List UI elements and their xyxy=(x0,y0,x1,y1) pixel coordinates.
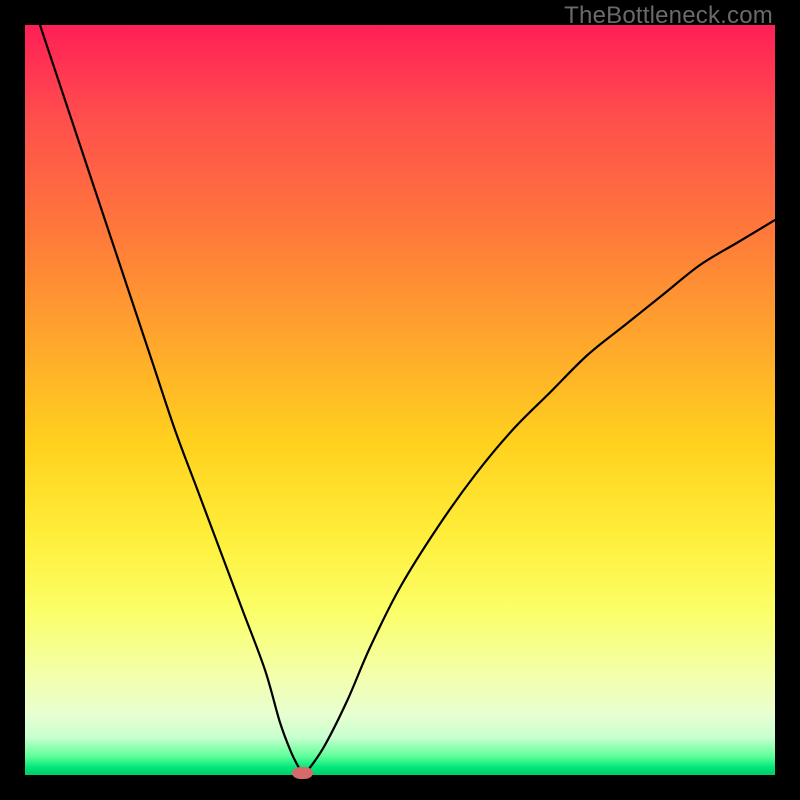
chart-frame: TheBottleneck.com xyxy=(0,0,800,800)
plot-area xyxy=(25,25,775,775)
bottleneck-curve xyxy=(25,25,775,775)
minimum-marker xyxy=(292,767,313,779)
curve-path xyxy=(40,25,775,775)
